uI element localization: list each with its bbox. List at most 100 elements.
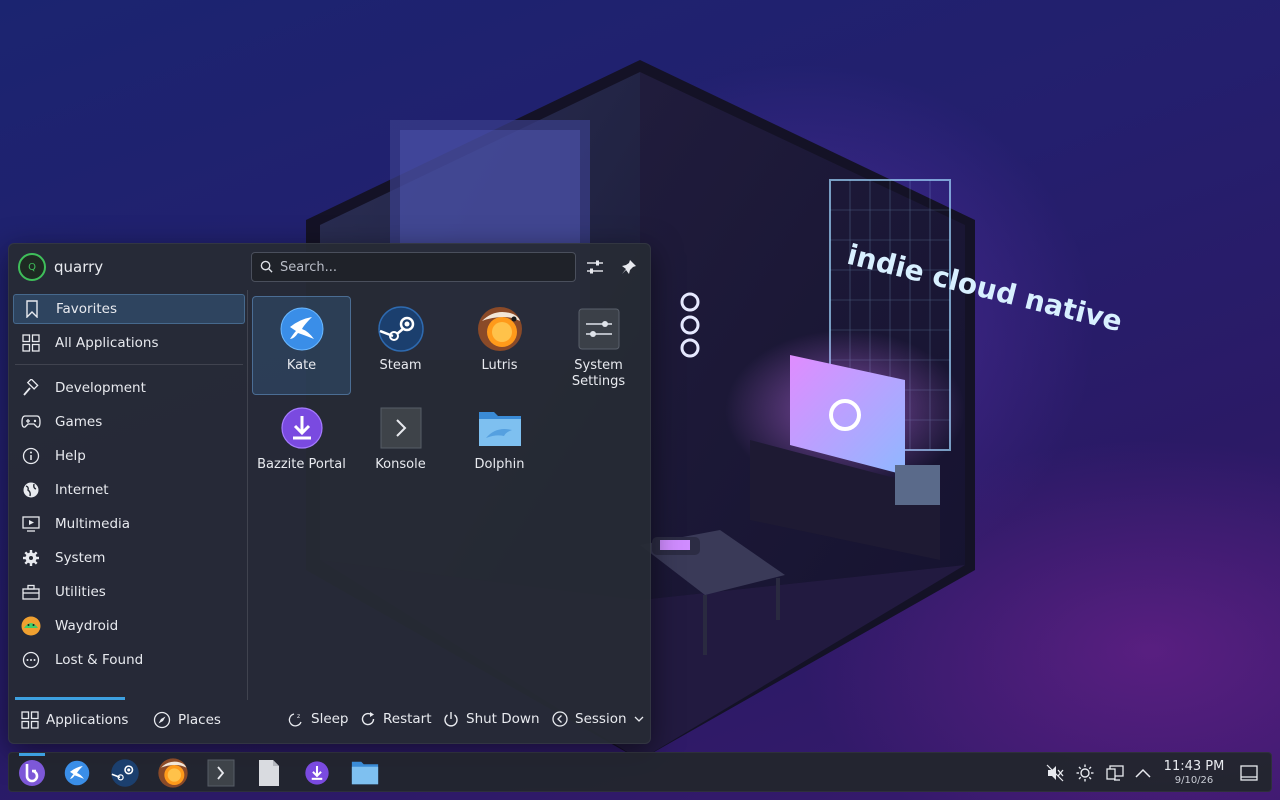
- svg-text:z: z: [297, 713, 300, 720]
- restart-button[interactable]: Restart: [360, 711, 432, 727]
- kate-icon[interactable]: [61, 757, 93, 789]
- show-desktop-icon[interactable]: [1239, 763, 1259, 783]
- tab-label: Applications: [46, 712, 129, 728]
- sleep-button[interactable]: z Sleep: [288, 711, 349, 727]
- avatar[interactable]: Q: [18, 253, 46, 281]
- sidebar-item-favorites[interactable]: Favorites: [13, 294, 245, 324]
- app-konsole[interactable]: Konsole: [351, 395, 450, 494]
- sleep-label: Sleep: [311, 711, 349, 727]
- app-label: Dolphin: [474, 457, 525, 472]
- restart-label: Restart: [383, 711, 432, 727]
- bazzite-launcher-icon[interactable]: [16, 757, 48, 789]
- hammer-icon: [21, 378, 41, 398]
- sidebar-item-label: Multimedia: [55, 516, 131, 532]
- app-kate[interactable]: Kate: [252, 296, 351, 395]
- sidebar-item-label: Lost & Found: [55, 652, 144, 668]
- shutdown-label: Shut Down: [466, 711, 540, 727]
- sliders-icon: [587, 260, 603, 274]
- app-label: Kate: [286, 358, 317, 373]
- user-profile[interactable]: Q quarry: [18, 253, 103, 281]
- configure-button[interactable]: [582, 254, 608, 280]
- pin-button[interactable]: [616, 254, 642, 280]
- compass-icon: [153, 711, 171, 729]
- tab-label: Places: [178, 712, 221, 728]
- sidebar-item-label: Help: [55, 448, 86, 464]
- sidebar-item-label: System: [55, 550, 106, 566]
- steam-icon: [377, 306, 424, 352]
- folder-icon[interactable]: [349, 757, 381, 789]
- terminal-icon: [380, 407, 421, 449]
- app-dolphin[interactable]: Dolphin: [450, 395, 549, 494]
- dots-circle-icon: [21, 650, 41, 670]
- toolbox-icon: [21, 582, 41, 602]
- session-label: Session: [575, 711, 627, 727]
- terminal-icon[interactable]: [205, 757, 237, 789]
- favorites-grid: Kate Steam Lutris System Settings Bazzit…: [252, 296, 648, 494]
- session-icon: [552, 711, 568, 727]
- search-input[interactable]: [280, 259, 560, 275]
- sidebar-separator: [247, 290, 248, 700]
- sidebar-item-lost-and-found[interactable]: Lost & Found: [13, 645, 245, 675]
- lutris-icon[interactable]: [157, 757, 189, 789]
- app-label: Steam: [379, 358, 422, 373]
- clock-time: 11:43 PM: [1163, 759, 1225, 774]
- tab-places[interactable]: Places: [153, 711, 221, 729]
- sidebar-item-label: Development: [55, 380, 146, 396]
- shutdown-button[interactable]: Shut Down: [443, 711, 540, 727]
- app-label: Lutris: [481, 358, 518, 373]
- download-icon[interactable]: [301, 757, 333, 789]
- sidebar-item-label: Waydroid: [55, 618, 119, 634]
- sidebar-item-all-applications[interactable]: All Applications: [13, 328, 245, 358]
- app-label: Konsole: [375, 457, 426, 472]
- app-label: Bazzite Portal: [257, 457, 346, 472]
- sidebar-item-label: Games: [55, 414, 103, 430]
- tab-applications[interactable]: Applications: [21, 711, 128, 729]
- pin-icon: [622, 260, 636, 274]
- sleep-icon: z: [288, 713, 302, 727]
- sidebar: Favorites All Applications Development G…: [13, 294, 245, 679]
- sidebar-item-development[interactable]: Development: [13, 373, 245, 403]
- android-icon: [21, 616, 41, 636]
- sidebar-item-label: All Applications: [55, 335, 159, 351]
- lutris-icon: [477, 307, 522, 351]
- session-button[interactable]: Session: [552, 711, 644, 727]
- sidebar-item-games[interactable]: Games: [13, 407, 245, 437]
- launcher-active-indicator: [19, 753, 45, 756]
- sidebar-item-label: Internet: [55, 482, 109, 498]
- monitor-play-icon: [21, 514, 41, 534]
- username: quarry: [54, 258, 104, 276]
- restart-icon: [361, 712, 375, 726]
- sidebar-divider: [15, 364, 243, 365]
- app-steam[interactable]: Steam: [351, 296, 450, 395]
- launcher-footer: Applications Places z Sleep Restart Shut…: [9, 697, 652, 743]
- search-box[interactable]: [251, 252, 576, 282]
- taskbar: 11:43 PM 9/10/26: [8, 752, 1272, 792]
- clock[interactable]: 11:43 PM 9/10/26: [1161, 759, 1227, 787]
- download-icon: [280, 407, 323, 449]
- sidebar-item-multimedia[interactable]: Multimedia: [13, 509, 245, 539]
- sidebar-item-utilities[interactable]: Utilities: [13, 577, 245, 607]
- sidebar-item-waydroid[interactable]: Waydroid: [13, 611, 245, 641]
- search-icon: [260, 258, 273, 277]
- app-lutris[interactable]: Lutris: [450, 296, 549, 395]
- chevron-down-icon: [634, 716, 643, 722]
- app-label: System Settings: [571, 358, 626, 389]
- app-bazzite-portal[interactable]: Bazzite Portal: [252, 395, 351, 494]
- gamepad-icon: [21, 412, 41, 432]
- volume-muted-icon[interactable]: [1045, 763, 1065, 783]
- folder-icon: [478, 412, 521, 446]
- info-icon: [21, 446, 41, 466]
- clock-date: 9/10/26: [1174, 775, 1214, 786]
- steam-icon[interactable]: [109, 757, 141, 789]
- app-system-settings[interactable]: System Settings: [549, 296, 648, 395]
- file-icon[interactable]: [253, 757, 285, 789]
- bookmark-icon: [22, 299, 42, 319]
- display-icon[interactable]: [1105, 763, 1125, 783]
- sidebar-item-system[interactable]: System: [13, 543, 245, 573]
- gear-icon: [21, 548, 41, 568]
- brightness-icon[interactable]: [1075, 763, 1095, 783]
- sidebar-item-help[interactable]: Help: [13, 441, 245, 471]
- sidebar-item-internet[interactable]: Internet: [13, 475, 245, 505]
- sidebar-item-label: Favorites: [56, 301, 117, 317]
- expand-arrow-icon[interactable]: [1133, 763, 1153, 783]
